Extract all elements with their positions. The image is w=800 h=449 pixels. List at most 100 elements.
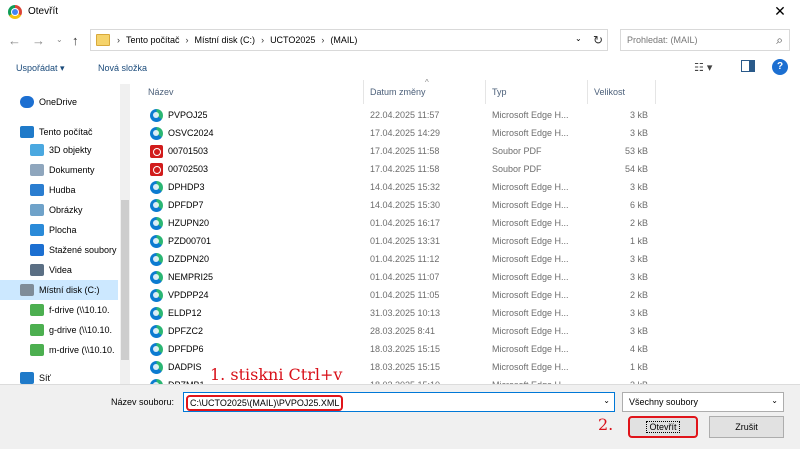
- sidebar-item[interactable]: OneDrive: [0, 92, 118, 112]
- file-date: 01.04.2025 11:07: [370, 272, 440, 282]
- sidebar-item[interactable]: Obrázky: [0, 200, 118, 220]
- cloud-icon: [20, 96, 34, 108]
- navigation-pane: OneDrive Tento počítač 3D objekty Dokumenty…: [0, 84, 130, 384]
- file-date: 17.04.2025 14:29: [370, 128, 441, 138]
- filetype-select[interactable]: Všechny soubory ⌄: [622, 392, 784, 412]
- breadcrumb-item[interactable]: Tento počítač: [126, 35, 180, 45]
- file-date: 18.03.2025 15:15: [370, 362, 441, 372]
- file-type: Soubor PDF: [492, 146, 542, 156]
- filename-input[interactable]: C:\UCTO2025\(MAIL)\PVPOJ25.XML ⌄: [183, 392, 615, 412]
- filename-value[interactable]: C:\UCTO2025\(MAIL)\PVPOJ25.XML: [186, 395, 344, 411]
- file-size: 6 kB: [629, 200, 648, 210]
- filename-dropdown-icon[interactable]: ⌄: [603, 396, 610, 405]
- sidebar-item-label: Obrázky: [49, 205, 83, 215]
- file-date: 01.04.2025 11:12: [370, 254, 440, 264]
- sidebar-item[interactable]: Tento počítač: [0, 122, 118, 142]
- video-icon: [30, 264, 44, 276]
- file-size: 3 kB: [629, 110, 648, 120]
- breadcrumb-item[interactable]: (MAIL): [330, 35, 357, 45]
- search-input[interactable]: Prohledat: (MAIL) ⌕: [620, 29, 790, 51]
- sidebar-item[interactable]: Plocha: [0, 220, 118, 240]
- folder-icon: [96, 34, 110, 46]
- edge-file-icon: [150, 127, 163, 140]
- sidebar-scrollbar-thumb[interactable]: [121, 200, 129, 360]
- sidebar-item[interactable]: Místní disk (C:): [0, 280, 118, 300]
- file-row[interactable]: 00702503 17.04.2025 11:58 Soubor PDF 54 kB: [142, 161, 656, 179]
- view-options-icon[interactable]: ☷ ▾: [694, 61, 712, 74]
- file-row[interactable]: PZD00701 01.04.2025 13:31 Microsoft Edge H…: [142, 233, 656, 251]
- sidebar-item-label: Plocha: [49, 225, 77, 235]
- address-bar[interactable]: › Tento počítač › Místní disk (C:) › UCT…: [90, 29, 608, 51]
- sidebar-item[interactable]: m-drive (\\10.10.: [0, 340, 118, 360]
- file-row[interactable]: OSVC2024 17.04.2025 14:29 Microsoft Edge H…: [142, 125, 656, 143]
- desktop-icon: [30, 224, 44, 236]
- address-dropdown-icon[interactable]: ⌄: [575, 34, 582, 43]
- file-name: VPDPP24: [168, 290, 209, 300]
- file-size: 54 kB: [624, 164, 648, 174]
- cancel-button[interactable]: Zrušit: [709, 416, 784, 438]
- sidebar-item[interactable]: Dokumenty: [0, 160, 118, 180]
- file-row[interactable]: PVPOJ25 22.04.2025 11:57 Microsoft Edge H.…: [142, 107, 656, 125]
- column-header-size[interactable]: Velikost: [588, 80, 656, 104]
- search-icon: ⌕: [776, 33, 783, 47]
- preview-pane-icon[interactable]: [741, 60, 755, 72]
- pdf-file-icon: [150, 145, 163, 158]
- file-row[interactable]: HZUPN20 01.04.2025 16:17 Microsoft Edge H.…: [142, 215, 656, 233]
- filename-label: Název souboru:: [111, 397, 175, 407]
- up-arrow-icon[interactable]: ↑: [72, 33, 79, 48]
- file-type: Microsoft Edge H...: [492, 362, 569, 372]
- file-row[interactable]: DPFZC2 28.03.2025 8:41 Microsoft Edge H...…: [142, 323, 656, 341]
- file-date: 18.03.2025 15:15: [370, 344, 441, 354]
- sidebar-item[interactable]: Videa: [0, 260, 118, 280]
- computer-icon: [20, 126, 34, 138]
- file-type: Microsoft Edge H...: [492, 344, 569, 354]
- file-date: 01.04.2025 16:17: [370, 218, 441, 228]
- help-icon[interactable]: ?: [772, 59, 788, 75]
- file-size: 3 kB: [629, 272, 648, 282]
- file-size: 3 kB: [629, 254, 648, 264]
- refresh-icon[interactable]: ↻: [593, 33, 603, 47]
- file-size: 1 kB: [629, 236, 648, 246]
- file-date: 22.04.2025 11:57: [370, 110, 440, 120]
- file-row[interactable]: 00701503 17.04.2025 11:58 Soubor PDF 53 kB: [142, 143, 656, 161]
- breadcrumb-item[interactable]: UCTO2025: [270, 35, 315, 45]
- pdf-file-icon: [150, 163, 163, 176]
- sidebar-item[interactable]: 3D objekty: [0, 140, 118, 160]
- file-size: 2 kB: [629, 290, 648, 300]
- file-row[interactable]: DPHDP3 14.04.2025 15:32 Microsoft Edge H..…: [142, 179, 656, 197]
- recent-locations-chevron-icon[interactable]: ⌄: [56, 35, 63, 44]
- file-name: OSVC2024: [168, 128, 214, 138]
- file-type: Microsoft Edge H...: [492, 254, 569, 264]
- breadcrumb-item[interactable]: Místní disk (C:): [195, 35, 256, 45]
- sidebar-item[interactable]: g-drive (\\10.10.: [0, 320, 118, 340]
- sidebar-item-label: Videa: [49, 265, 72, 275]
- file-row[interactable]: DZDPN20 01.04.2025 11:12 Microsoft Edge H.…: [142, 251, 656, 269]
- close-button[interactable]: ✕: [760, 0, 800, 24]
- file-row[interactable]: ELDP12 31.03.2025 10:13 Microsoft Edge H..…: [142, 305, 656, 323]
- file-size: 53 kB: [624, 146, 648, 156]
- file-date: 01.04.2025 13:31: [370, 236, 441, 246]
- file-row[interactable]: VPDPP24 01.04.2025 11:05 Microsoft Edge H.…: [142, 287, 656, 305]
- file-row[interactable]: NEMPRI25 01.04.2025 11:07 Microsoft Edge H…: [142, 269, 656, 287]
- edge-file-icon: [150, 325, 163, 338]
- file-name: DPFDP7: [168, 200, 204, 210]
- annotation-step-2: 2.: [598, 415, 614, 434]
- file-size: 3 kB: [629, 308, 648, 318]
- new-folder-button[interactable]: Nová složka: [98, 63, 147, 73]
- back-arrow-icon[interactable]: ←: [8, 33, 21, 48]
- open-button[interactable]: Otevřít: [628, 416, 698, 438]
- column-header-type[interactable]: Typ: [486, 80, 588, 104]
- file-row[interactable]: DPFDP7 14.04.2025 15:30 Microsoft Edge H..…: [142, 197, 656, 215]
- file-date: 14.04.2025 15:30: [370, 200, 441, 210]
- sidebar-item[interactable]: Hudba: [0, 180, 118, 200]
- file-row[interactable]: DPFDP6 18.03.2025 15:15 Microsoft Edge H..…: [142, 341, 656, 359]
- forward-arrow-icon[interactable]: →: [32, 33, 45, 48]
- sidebar-item[interactable]: Síť: [0, 368, 118, 384]
- file-name: 00701503: [168, 146, 209, 156]
- column-header-name[interactable]: Název: [142, 80, 364, 104]
- file-size: 3 kB: [629, 182, 648, 192]
- edge-file-icon: [150, 343, 163, 356]
- organize-button[interactable]: Uspořádat ▾: [16, 63, 65, 74]
- sidebar-item[interactable]: f-drive (\\10.10.: [0, 300, 118, 320]
- sidebar-item[interactable]: Stažené soubory: [0, 240, 118, 260]
